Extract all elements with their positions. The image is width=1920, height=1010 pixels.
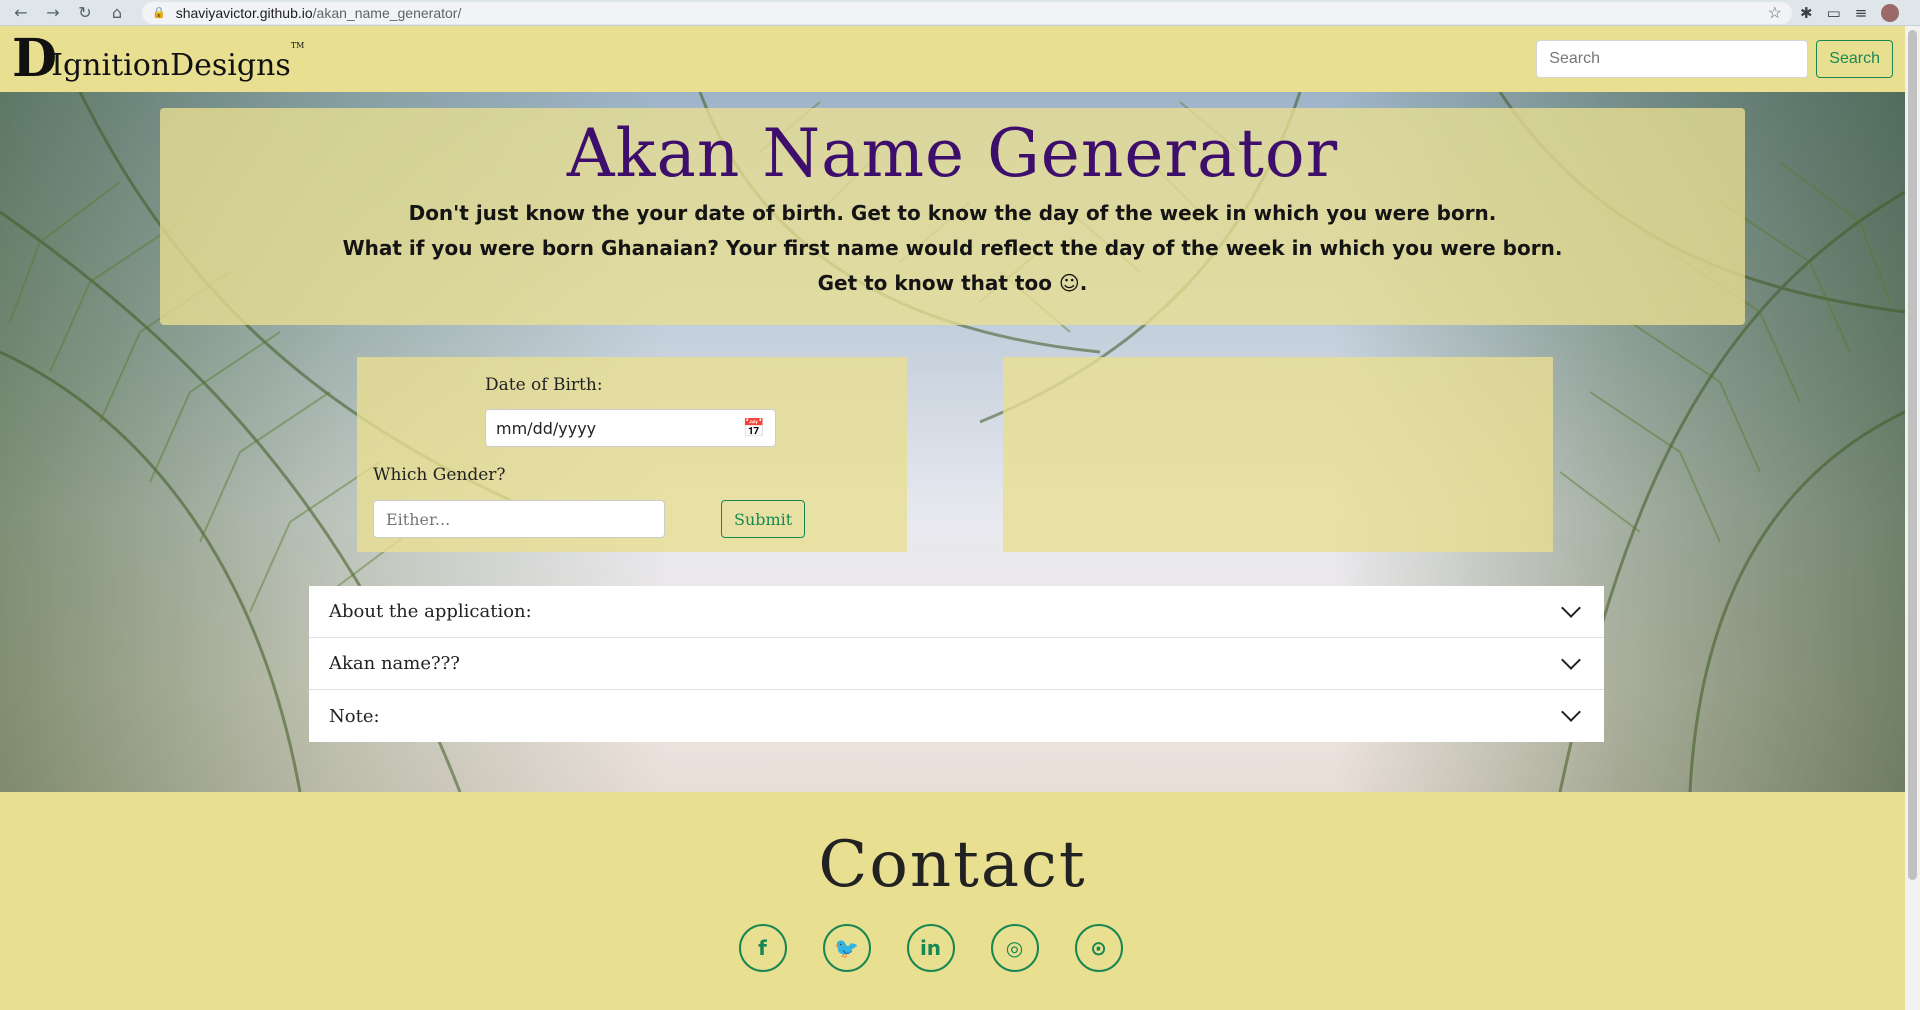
gender-input[interactable] [373,500,665,538]
profile-avatar[interactable] [1881,3,1900,22]
forward-icon[interactable]: → [44,3,62,22]
accordion-item-akan-name[interactable]: Akan name??? [309,638,1604,690]
header-card: Akan Name Generator Don't just know the … [160,108,1745,325]
calendar-icon[interactable]: 📅 [743,418,765,439]
contact-title: Contact [818,828,1087,902]
intro-line-3: Get to know that too ☺. [817,271,1088,295]
scrollbar-thumb[interactable] [1908,30,1917,880]
gender-label: Which Gender? [373,465,506,485]
chevron-down-icon [1561,597,1581,618]
brand-logo[interactable]: D IgnitionDesigns TM [12,28,305,89]
dob-input[interactable]: mm/dd/yyyy 📅 [485,409,776,447]
twitter-icon[interactable]: 🐦 [822,924,871,972]
back-icon[interactable]: ← [12,3,30,22]
dob-label: Date of Birth: [485,375,603,395]
logo-trademark: TM [290,41,305,50]
page-title: Akan Name Generator [566,115,1339,192]
name-form: Date of Birth: mm/dd/yyyy 📅 Which Gender… [357,357,907,552]
address-bar[interactable]: 🔒 shaviyavictor.github.io/akan_name_gene… [142,1,1792,24]
accordion-label: About the application: [329,601,532,622]
result-panel [1003,357,1553,552]
dob-value: mm/dd/yyyy [496,418,597,438]
github-icon[interactable]: ⊙ [1074,924,1123,972]
accordion-label: Akan name??? [329,653,460,674]
contact-section: Contact f 🐦 in ◎ ⊙ [0,792,1905,1010]
extensions-icon[interactable]: ✱ [1800,4,1813,22]
accordion-label: Note: [329,705,380,727]
info-accordion: About the application: Akan name??? Note… [309,586,1604,742]
linkedin-icon[interactable]: in [906,924,955,972]
navbar-search: Search [1536,40,1893,78]
search-button[interactable]: Search [1816,40,1893,78]
search-input[interactable] [1536,40,1809,78]
cast-icon[interactable]: ▭ [1827,4,1841,22]
home-icon[interactable]: ⌂ [108,3,126,22]
accordion-item-about[interactable]: About the application: [309,586,1604,638]
reading-list-icon[interactable]: ≡ [1855,4,1868,22]
social-links: f 🐦 in ◎ ⊙ [0,924,1905,972]
lock-icon: 🔒 [152,7,166,19]
logo-text: IgnitionDesigns [51,48,291,83]
url-host: shaviyavictor.github.io [175,4,313,21]
browser-toolbar: ← → ↻ ⌂ 🔒 shaviyavictor.github.io/akan_n… [0,0,1920,26]
intro-line-2: What if you were born Ghanaian? Your fir… [342,236,1563,260]
menu-icon[interactable]: ⋮ [1913,4,1920,22]
logo-initial: D [12,28,57,89]
reload-icon[interactable]: ↻ [76,3,94,22]
chevron-down-icon [1561,702,1581,722]
facebook-icon[interactable]: f [738,924,787,972]
intro-line-1: Don't just know the your date of birth. … [408,201,1497,225]
bookmark-star-icon[interactable]: ☆ [1768,3,1782,23]
url-path: /akan_name_generator/ [312,4,462,21]
instagram-icon[interactable]: ◎ [990,924,1039,972]
accordion-item-note[interactable]: Note: [309,690,1604,742]
site-navbar: D IgnitionDesigns TM Search [0,26,1905,92]
submit-button[interactable]: Submit [721,500,806,538]
page-scrollbar[interactable] [1905,26,1920,1010]
chevron-down-icon [1561,649,1581,670]
